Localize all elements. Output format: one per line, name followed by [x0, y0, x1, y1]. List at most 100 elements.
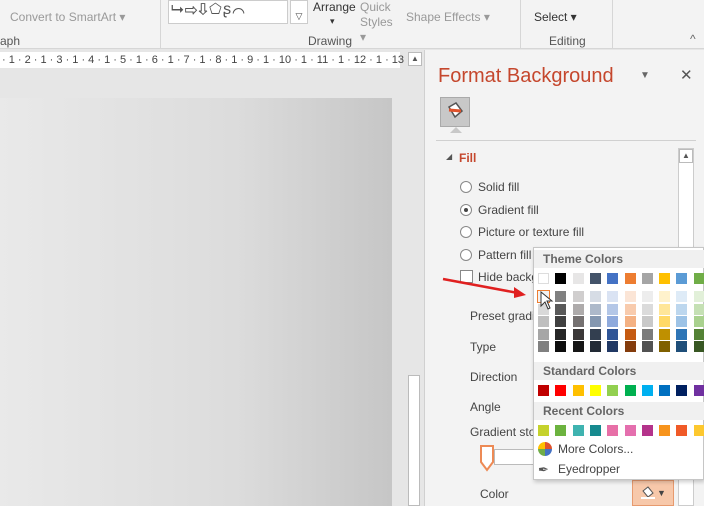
theme-shade-swatch[interactable] [693, 291, 704, 302]
theme-shade-swatch[interactable] [589, 303, 601, 315]
theme-shade-swatch[interactable] [659, 341, 671, 353]
theme-shade-swatch[interactable] [572, 341, 584, 353]
pane-scroll-up-button[interactable]: ▲ [679, 149, 693, 163]
theme-shade-swatch[interactable] [693, 316, 704, 328]
theme-color-swatch[interactable] [607, 273, 619, 284]
theme-color-swatch[interactable] [572, 273, 584, 284]
theme-shade-swatch[interactable] [538, 328, 549, 340]
gallery-more-button[interactable]: ▽ [290, 0, 308, 24]
theme-shade-swatch[interactable] [555, 291, 567, 302]
theme-shade-swatch[interactable] [693, 328, 704, 340]
theme-shade-swatch[interactable] [693, 341, 704, 353]
scroll-up-button[interactable]: ▲ [408, 52, 422, 66]
standard-color-swatch[interactable] [693, 385, 704, 396]
theme-shade-swatch[interactable] [607, 291, 619, 302]
theme-shade-swatch[interactable] [607, 303, 619, 315]
standard-color-swatch[interactable] [676, 385, 688, 396]
theme-shade-swatch[interactable] [624, 341, 636, 353]
theme-color-swatch[interactable] [538, 273, 549, 284]
theme-shade-swatch[interactable] [555, 328, 567, 340]
theme-shade-swatch[interactable] [676, 303, 688, 315]
standard-color-swatch[interactable] [572, 385, 584, 396]
recent-color-swatch[interactable] [641, 425, 653, 436]
theme-shade-swatch[interactable] [624, 303, 636, 315]
theme-shade-swatch[interactable] [589, 328, 601, 340]
theme-shade-swatch[interactable] [659, 328, 671, 340]
theme-color-swatch[interactable] [693, 273, 704, 284]
theme-shade-swatch[interactable] [641, 316, 653, 328]
theme-shade-swatch[interactable] [641, 291, 653, 302]
theme-shade-swatch[interactable] [676, 291, 688, 302]
close-pane-button[interactable]: ✕ [680, 66, 693, 84]
standard-color-swatch[interactable] [555, 385, 567, 396]
theme-color-swatch[interactable] [624, 273, 636, 284]
theme-shade-swatch[interactable] [624, 291, 636, 302]
theme-shade-swatch[interactable] [624, 328, 636, 340]
theme-shade-swatch[interactable] [555, 316, 567, 328]
eyedropper-menu-item[interactable]: Eyedropper [558, 462, 620, 476]
theme-shade-swatch[interactable] [555, 303, 567, 315]
fill-option-radio[interactable] [460, 226, 472, 238]
theme-shade-swatch[interactable] [589, 291, 601, 302]
more-colors-menu-item[interactable]: More Colors... [558, 442, 633, 456]
theme-shade-swatch[interactable] [589, 341, 601, 353]
recent-color-swatch[interactable] [607, 425, 619, 436]
gradient-stops-bar[interactable] [494, 449, 534, 465]
scrollbar-thumb[interactable] [408, 375, 420, 506]
theme-shade-swatch[interactable] [641, 303, 653, 315]
recent-color-swatch[interactable] [659, 425, 671, 436]
theme-shade-swatch[interactable] [676, 316, 688, 328]
fill-option-radio[interactable] [460, 248, 472, 261]
standard-color-swatch[interactable] [641, 385, 653, 396]
recent-color-swatch[interactable] [693, 425, 704, 436]
recent-color-swatch[interactable] [676, 425, 688, 436]
theme-shade-swatch[interactable] [538, 341, 549, 353]
shape-effects-button[interactable]: Shape Effects ▾ [406, 10, 490, 24]
theme-shade-swatch[interactable] [572, 316, 584, 328]
theme-shade-swatch[interactable] [641, 341, 653, 353]
theme-color-swatch[interactable] [659, 273, 671, 284]
shapes-gallery[interactable]: ⮡⇨⇩⬠ʂ⌒ [168, 0, 288, 24]
theme-shade-swatch[interactable] [659, 303, 671, 315]
standard-color-swatch[interactable] [624, 385, 636, 396]
theme-shade-swatch[interactable] [607, 328, 619, 340]
theme-shade-swatch[interactable] [676, 341, 688, 353]
standard-color-swatch[interactable] [589, 385, 601, 396]
recent-color-swatch[interactable] [589, 425, 601, 436]
arrange-button[interactable]: Arrange [313, 0, 356, 14]
theme-shade-swatch[interactable] [676, 328, 688, 340]
gradient-stop-handle[interactable] [478, 444, 498, 477]
recent-color-swatch[interactable] [572, 425, 584, 436]
quick-styles-button[interactable]: Quick Styles ▾ [360, 0, 400, 45]
select-button[interactable]: Select ▾ [534, 10, 577, 24]
theme-shade-swatch[interactable] [659, 291, 671, 302]
theme-color-swatch[interactable] [641, 273, 653, 284]
theme-shade-swatch[interactable] [641, 328, 653, 340]
theme-color-swatch[interactable] [589, 273, 601, 284]
recent-color-swatch[interactable] [624, 425, 636, 436]
fill-section-header[interactable]: Fill [459, 151, 476, 165]
theme-shade-swatch[interactable] [589, 316, 601, 328]
theme-shade-swatch[interactable] [555, 341, 567, 353]
slide-canvas[interactable] [0, 98, 392, 506]
standard-color-swatch[interactable] [538, 385, 549, 396]
fill-option-radio[interactable] [460, 203, 472, 216]
theme-shade-swatch[interactable] [572, 303, 584, 315]
theme-shade-swatch[interactable] [607, 341, 619, 353]
collapse-triangle-icon[interactable]: ◢ [446, 152, 452, 161]
fill-option-radio[interactable] [460, 181, 472, 193]
fill-paint-bucket-icon[interactable] [440, 97, 470, 127]
theme-shade-swatch[interactable] [624, 316, 636, 328]
recent-color-swatch[interactable] [555, 425, 567, 436]
standard-color-swatch[interactable] [659, 385, 671, 396]
theme-color-swatch[interactable] [676, 273, 688, 284]
theme-shade-swatch[interactable] [572, 291, 584, 302]
theme-color-swatch[interactable] [555, 273, 567, 284]
theme-shade-swatch[interactable] [572, 328, 584, 340]
theme-shade-swatch[interactable] [693, 303, 704, 315]
convert-to-smartart-button[interactable]: Convert to SmartArt ▾ [10, 10, 125, 24]
theme-shade-swatch[interactable] [538, 316, 549, 328]
collapse-ribbon-button[interactable]: ^ [690, 32, 696, 46]
theme-shade-swatch[interactable] [659, 316, 671, 328]
pane-options-caret[interactable]: ▼ [640, 70, 650, 81]
